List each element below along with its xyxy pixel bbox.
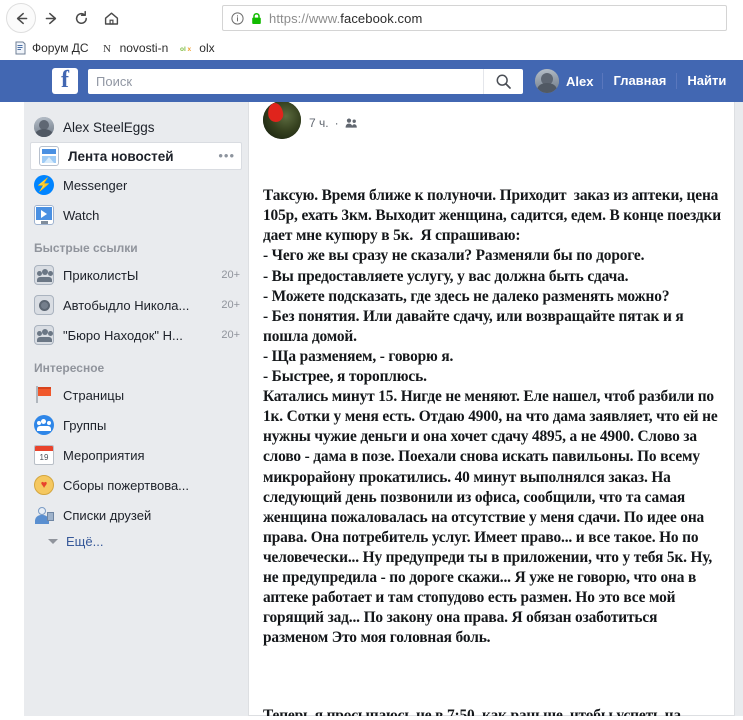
group-icon [34, 265, 54, 285]
post-paragraph: Теперь я просыпаюсь не в 7:50, как раньш… [263, 706, 681, 716]
chevron-down-icon [48, 539, 58, 544]
watch-icon [34, 205, 54, 225]
facebook-header: f Alex Главная Найти [0, 60, 743, 102]
sidebar-item-messenger[interactable]: ⚡ Messenger [24, 170, 248, 200]
nav-link-home[interactable]: Главная [602, 73, 676, 89]
sidebar-item-label: Watch [63, 207, 100, 223]
news-feed-icon [39, 146, 59, 166]
post-text: Таксую. Время ближе к полуночи. Приходит… [261, 146, 724, 716]
sidebar-item-label: "Бюро Находок" Н... [63, 327, 183, 343]
account-name[interactable]: Alex [559, 74, 602, 89]
sidebar-item-byuro-nahodok[interactable]: "Бюро Находок" Н... 20+ [24, 320, 248, 350]
bookmark-label: Форум ДС [32, 41, 89, 55]
forward-button[interactable] [36, 3, 66, 33]
page-body: Alex SteelEggs Лента новостей ••• ⚡ Mess… [0, 102, 743, 716]
sidebar-item-label: Автобыдло Никола... [63, 297, 190, 313]
badge-count: 20+ [221, 329, 240, 341]
post-timestamp[interactable]: 7 ч. [309, 116, 329, 130]
search-box[interactable] [88, 68, 523, 94]
sidebar-item-profile[interactable]: Alex SteelEggs [24, 112, 248, 142]
bookmark-label: novosti-n [119, 41, 169, 55]
donations-icon: ♥ [34, 475, 54, 495]
friend-lists-icon [34, 505, 54, 525]
search-icon [496, 74, 511, 89]
back-arrow-icon [16, 12, 27, 24]
news-feed: 7 ч. · Таксую. Время ближе к полуночи. П… [248, 102, 743, 716]
sidebar-item-news-feed[interactable]: Лента новостей ••• [30, 142, 242, 170]
url-text: https://www.facebook.com [269, 10, 423, 26]
calendar-icon: 19 [34, 445, 54, 465]
badge-count: 20+ [221, 269, 240, 281]
browser-chrome: https://www.facebook.com Форум ДС N novo… [0, 0, 743, 60]
document-icon [13, 41, 27, 55]
reload-arrow-icon [75, 10, 87, 24]
sidebar-item-label: Мероприятия [63, 447, 145, 463]
reload-button[interactable] [66, 3, 96, 33]
sidebar-item-friend-lists[interactable]: Списки друзей [24, 500, 248, 530]
avatar[interactable] [535, 69, 559, 93]
sidebar-item-events[interactable]: 19 Мероприятия [24, 440, 248, 470]
home-button[interactable] [96, 3, 126, 33]
letter-n-icon: N [101, 41, 115, 55]
group-icon [34, 325, 54, 345]
badge-count: 20+ [221, 299, 240, 311]
bookmarks-bar: Форум ДС N novosti-n ol x olx [0, 36, 743, 60]
post-author-avatar[interactable] [263, 102, 301, 139]
sidebar-item-label: Группы [63, 417, 107, 433]
forward-arrow-icon [45, 12, 56, 24]
sidebar-item-menu-icon[interactable]: ••• [218, 149, 235, 162]
sidebar-item-prikolisty[interactable]: ПриколистЫ 20+ [24, 260, 248, 290]
sidebar-item-label: Alex SteelEggs [63, 119, 155, 135]
sidebar-heading-quick-links: Быстрые ссылки [34, 241, 138, 255]
back-button[interactable] [6, 3, 36, 33]
olx-icon: ol x [180, 41, 194, 55]
bookmark-forum-ds[interactable]: Форум ДС [10, 39, 95, 57]
sidebar-item-watch[interactable]: Watch [24, 200, 248, 230]
calendar-day: 19 [39, 453, 49, 462]
sidebar-item-label: Страницы [63, 387, 125, 403]
browser-toolbar: https://www.facebook.com [0, 0, 743, 36]
post-card: 7 ч. · Таксую. Время ближе к полуночи. П… [248, 102, 735, 716]
friends-audience-icon[interactable] [345, 117, 358, 129]
search-input[interactable] [88, 69, 483, 93]
bookmark-novosti-n[interactable]: N novosti-n [98, 39, 175, 57]
search-button[interactable] [483, 68, 523, 94]
sidebar-item-label: Сборы пожертвова... [63, 477, 190, 493]
post-meta: 7 ч. · [309, 116, 358, 130]
green-padlock-icon [251, 12, 262, 25]
left-sidebar: Alex SteelEggs Лента новостей ••• ⚡ Mess… [24, 102, 248, 716]
sidebar-item-pages[interactable]: Страницы [24, 380, 248, 410]
camera-icon [34, 295, 54, 315]
svg-text:ol: ol [180, 45, 186, 52]
sidebar-more-button[interactable]: Ещё... [24, 530, 248, 549]
address-bar[interactable]: https://www.facebook.com [222, 5, 727, 31]
avatar-icon [34, 117, 54, 137]
sidebar-heading-interesting: Интересное [34, 361, 105, 375]
sidebar-item-label: ПриколистЫ [63, 267, 139, 283]
sidebar-item-donations[interactable]: ♥ Сборы пожертвова... [24, 470, 248, 500]
sidebar-item-label: Messenger [63, 177, 128, 193]
sidebar-item-avtobydlo[interactable]: Автобыдло Никола... 20+ [24, 290, 248, 320]
bookmark-label: olx [199, 41, 215, 55]
left-gutter [0, 102, 24, 716]
home-house-icon [104, 12, 118, 25]
post-paragraph: Таксую. Время ближе к полуночи. Приходит… [263, 187, 721, 647]
post-meta-separator: · [334, 116, 339, 130]
messenger-icon: ⚡ [34, 175, 54, 195]
sidebar-more-label: Ещё... [66, 534, 104, 549]
bookmark-olx[interactable]: ol x olx [177, 39, 220, 57]
sidebar-item-label: Лента новостей [68, 148, 174, 164]
svg-text:N: N [103, 43, 111, 55]
groups-icon [34, 415, 54, 435]
nav-link-find[interactable]: Найти [676, 73, 736, 89]
sidebar-item-groups[interactable]: Группы [24, 410, 248, 440]
sidebar-item-label: Списки друзей [63, 507, 152, 523]
svg-text:x: x [188, 45, 192, 52]
flag-icon [34, 385, 54, 405]
info-circle-icon[interactable] [231, 11, 244, 25]
post-header: 7 ч. · [261, 102, 724, 146]
facebook-logo[interactable]: f [52, 68, 78, 94]
header-right-nav: Alex Главная Найти [535, 60, 736, 102]
